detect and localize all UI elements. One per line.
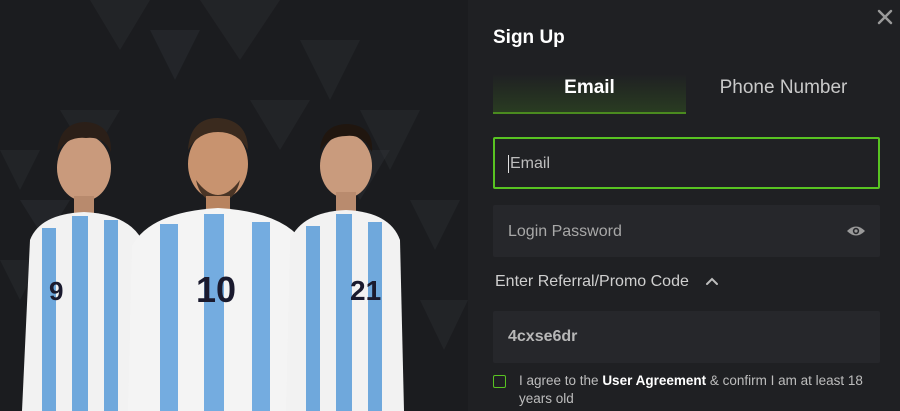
promo-code-field[interactable]: 4cxse6dr (493, 311, 880, 363)
chevron-up-icon (705, 273, 719, 291)
text-caret (508, 155, 509, 173)
close-icon[interactable] (874, 6, 896, 28)
email-field-container (493, 137, 880, 189)
password-field-container (493, 205, 880, 259)
promo-code-value: 4cxse6dr (508, 328, 578, 345)
agreement-prefix: I agree to the (519, 373, 603, 388)
signup-tabs: Email Phone Number (493, 74, 880, 114)
agreement-checkbox[interactable] (493, 375, 506, 388)
player-center: 10 (128, 118, 310, 411)
referral-toggle[interactable]: Enter Referral/Promo Code (495, 273, 719, 291)
svg-text:21: 21 (350, 275, 381, 306)
page-title: Sign Up (493, 27, 565, 48)
password-input[interactable] (506, 205, 840, 259)
player-right: 21 (286, 124, 404, 411)
svg-text:10: 10 (196, 269, 236, 310)
user-agreement-link[interactable]: User Agreement (602, 373, 706, 388)
svg-text:9: 9 (49, 276, 63, 306)
hero-illustration: 9 10 21 (0, 0, 468, 411)
eye-icon[interactable] (846, 222, 866, 240)
signup-panel: Sign Up Email Phone Number Enter Referra… (468, 0, 900, 411)
agreement-text: I agree to the User Agreement & confirm … (519, 372, 881, 408)
email-input[interactable] (508, 139, 842, 189)
hero-banner: 9 10 21 (0, 0, 468, 411)
tab-phone-number[interactable]: Phone Number (687, 74, 880, 114)
tab-email[interactable]: Email (493, 74, 686, 114)
referral-label: Enter Referral/Promo Code (495, 273, 689, 291)
